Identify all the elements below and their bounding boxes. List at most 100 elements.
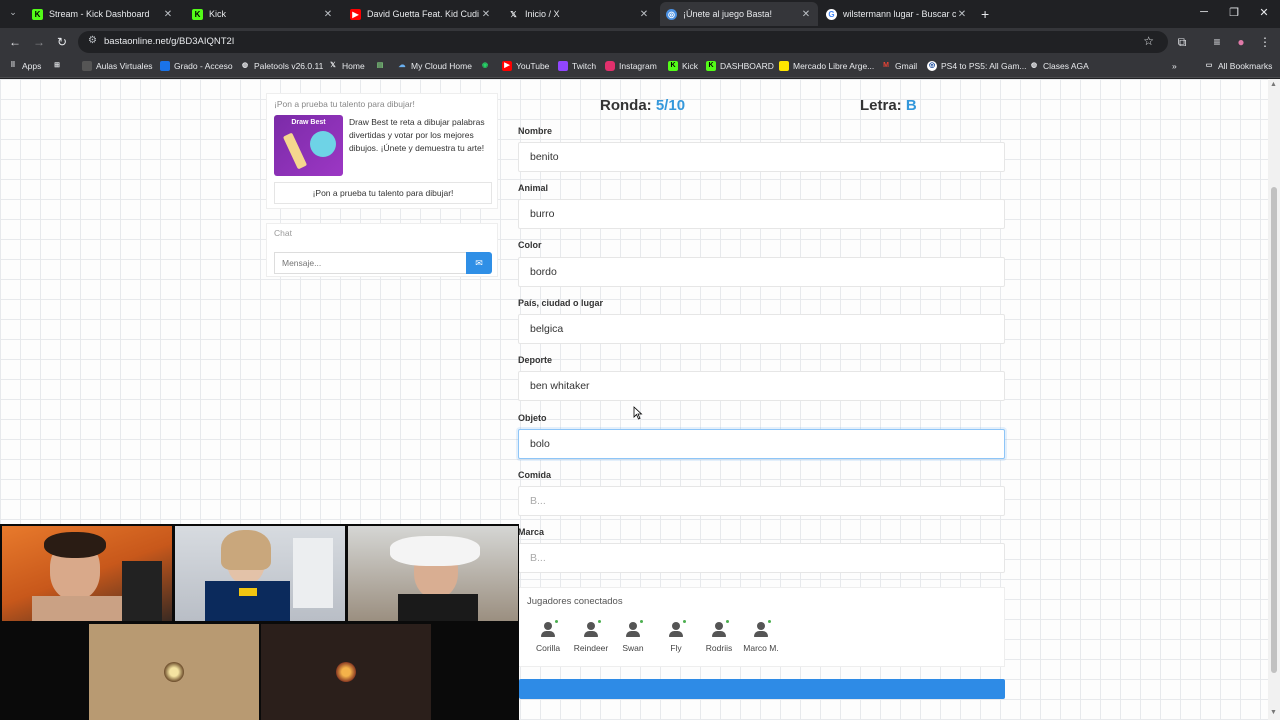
player-item[interactable]: Rodriis <box>697 620 741 653</box>
player-item[interactable]: Corilla <box>526 620 570 653</box>
user-icon <box>583 622 599 638</box>
restore-icon[interactable]: ❐ <box>1224 6 1244 19</box>
kick-icon: K <box>32 8 43 20</box>
bookmark-youtube[interactable]: ▶ YouTube <box>502 61 549 71</box>
letter-value: B <box>905 97 917 114</box>
bookmark-home[interactable]: 𝕏 Home <box>328 61 365 71</box>
address-bar[interactable]: ⚙ bastaonline.net/g/BD3AIQNT2I ☆ <box>78 31 1168 53</box>
bookmark-aulas[interactable]: Aulas Virtuales <box>82 61 153 71</box>
new-tab-icon[interactable]: + <box>981 6 989 22</box>
browser-tab-strip: ⌄ K Stream - Kick Dashboard ✕ K Kick ✕ ▶… <box>0 0 1280 28</box>
webcam-feed <box>175 526 345 621</box>
page-scrollbar[interactable]: ▲ ▼ <box>1268 79 1280 720</box>
close-icon[interactable]: ✕ <box>480 9 492 20</box>
chat-send-button[interactable]: ✉ <box>466 252 492 274</box>
menu-kebab-icon[interactable]: ⋮ <box>1257 34 1273 50</box>
close-icon[interactable]: ✕ <box>800 9 812 20</box>
scroll-down-icon[interactable]: ▼ <box>1270 709 1277 716</box>
bookmark-whatsapp[interactable]: ◉ <box>480 61 494 71</box>
ad-brand: Draw Best <box>291 119 326 126</box>
reload-icon[interactable]: ↻ <box>54 34 70 50</box>
gmail-icon: M <box>883 62 889 69</box>
field-label-comida: Comida <box>518 470 552 480</box>
scrollbar-thumb[interactable] <box>1271 187 1277 673</box>
player-item[interactable]: Fly <box>654 620 698 653</box>
minimize-icon[interactable]: ─ <box>1194 6 1214 18</box>
scroll-up-icon[interactable]: ▲ <box>1270 81 1277 88</box>
ad-text: Draw Best te reta a dibujar palabras div… <box>349 117 485 153</box>
bookmark-icon: ◍ <box>241 62 249 69</box>
forward-icon[interactable]: → <box>31 34 47 50</box>
tab-search-icon[interactable]: ⌄ <box>6 7 20 21</box>
bookmark-clases[interactable]: ◍ Clases AGA <box>1029 61 1089 71</box>
bookmark-mycloud-home[interactable]: ☁ My Cloud Home <box>397 61 472 71</box>
bookmarks-overflow-icon[interactable]: » <box>1172 61 1177 71</box>
bookmark-star-icon[interactable]: ☆ <box>1143 34 1154 48</box>
field-comida[interactable] <box>518 486 1005 516</box>
profile-avatar[interactable]: ● <box>1233 34 1249 50</box>
bookmarks-bar: ⠿ Apps ⊞ Aulas Virtuales Grado - Acceso … <box>0 56 1280 78</box>
player-item[interactable]: Reindeer <box>569 620 613 653</box>
online-dot <box>598 620 601 623</box>
ad-cta-button[interactable]: ¡Pon a prueba tu talento para dibujar! <box>274 182 492 204</box>
field-animal[interactable] <box>518 199 1005 229</box>
webcam-overlay <box>0 524 519 720</box>
chat-bubble-icon: ✉ <box>475 258 483 268</box>
ad-title: ¡Pon a prueba tu talento para dibujar! <box>274 99 415 109</box>
ad-image[interactable]: Draw Best <box>274 115 343 176</box>
bookmark-mycloud[interactable]: ▤ <box>375 61 389 71</box>
extensions-icon[interactable]: ⧉ <box>1174 34 1190 50</box>
field-nombre[interactable] <box>518 142 1005 172</box>
field-objeto[interactable] <box>518 429 1005 459</box>
tab-kick[interactable]: K Kick ✕ <box>186 2 340 26</box>
tab-kick-dashboard[interactable]: K Stream - Kick Dashboard ✕ <box>26 2 180 26</box>
submit-button[interactable] <box>519 679 1005 699</box>
window-close-icon[interactable]: ✕ <box>1254 6 1274 19</box>
close-icon[interactable]: ✕ <box>322 9 334 20</box>
user-icon <box>753 622 769 638</box>
close-icon[interactable]: ✕ <box>956 9 968 20</box>
mercadolibre-icon <box>779 61 789 71</box>
bookmark-apps[interactable]: ⠿ Apps <box>8 61 41 71</box>
tab-youtube[interactable]: ▶ David Guetta Feat. Kid Cudi ✕ <box>344 2 498 26</box>
bookmark-icon: ◍ <box>1030 62 1038 69</box>
bookmark-grado[interactable]: Grado - Acceso <box>160 61 233 71</box>
field-label-nombre: Nombre <box>518 126 553 136</box>
ad-card: ¡Pon a prueba tu talento para dibujar! D… <box>266 93 498 209</box>
players-panel: Jugadores conectados Corilla Reindeer Sw… <box>518 587 1005 667</box>
user-icon <box>540 622 556 638</box>
bookmark-mercadolibre[interactable]: Mercado Libre Arge... <box>779 61 874 71</box>
field-deporte[interactable] <box>518 371 1005 401</box>
tab-x[interactable]: 𝕏 Inicio / X ✕ <box>502 2 656 26</box>
field-color[interactable] <box>518 257 1005 287</box>
bookmark-ps4[interactable]: ◎ PS4 to PS5: All Gam... <box>927 61 1027 71</box>
close-icon[interactable]: ✕ <box>638 9 650 20</box>
bookmark-grid[interactable]: ⊞ <box>52 61 66 71</box>
player-item[interactable]: Swan <box>611 620 655 653</box>
close-icon[interactable]: ✕ <box>162 9 174 20</box>
round-value: 5/10 <box>655 97 686 114</box>
cloud-icon: ▤ <box>376 62 384 69</box>
avatar <box>164 662 184 682</box>
all-bookmarks[interactable]: ▭ All Bookmarks <box>1204 61 1273 71</box>
chat-message-input[interactable] <box>274 252 466 274</box>
bookmark-paletools[interactable]: ◍ Paletools v26.0.11 <box>240 61 323 71</box>
webcam-feed <box>2 526 172 621</box>
tab-google[interactable]: G wilstermann lugar - Buscar con ✕ <box>820 2 974 26</box>
player-item[interactable]: Marco M. <box>739 620 783 653</box>
bookmark-gmail[interactable]: M Gmail <box>881 61 917 71</box>
field-pais[interactable] <box>518 314 1005 344</box>
back-icon[interactable]: ← <box>7 34 23 50</box>
field-marca[interactable] <box>518 543 1005 573</box>
bookmark-instagram[interactable]: Instagram <box>605 61 657 71</box>
bookmark-kick[interactable]: K Kick <box>668 61 698 71</box>
site-info-icon[interactable]: ⚙ <box>88 35 97 46</box>
players-title: Jugadores conectados <box>527 596 623 607</box>
online-dot <box>768 620 771 623</box>
bookmark-twitch[interactable]: Twitch <box>558 61 596 71</box>
bookmark-dashboard[interactable]: K DASHBOARD <box>706 61 774 71</box>
tab-basta[interactable]: ◎ ¡Únete al juego Basta! ✕ <box>660 2 818 26</box>
media-icon[interactable]: ≡ <box>1209 34 1225 50</box>
kick-icon: K <box>668 61 678 71</box>
globe-icon: ◎ <box>666 8 677 20</box>
